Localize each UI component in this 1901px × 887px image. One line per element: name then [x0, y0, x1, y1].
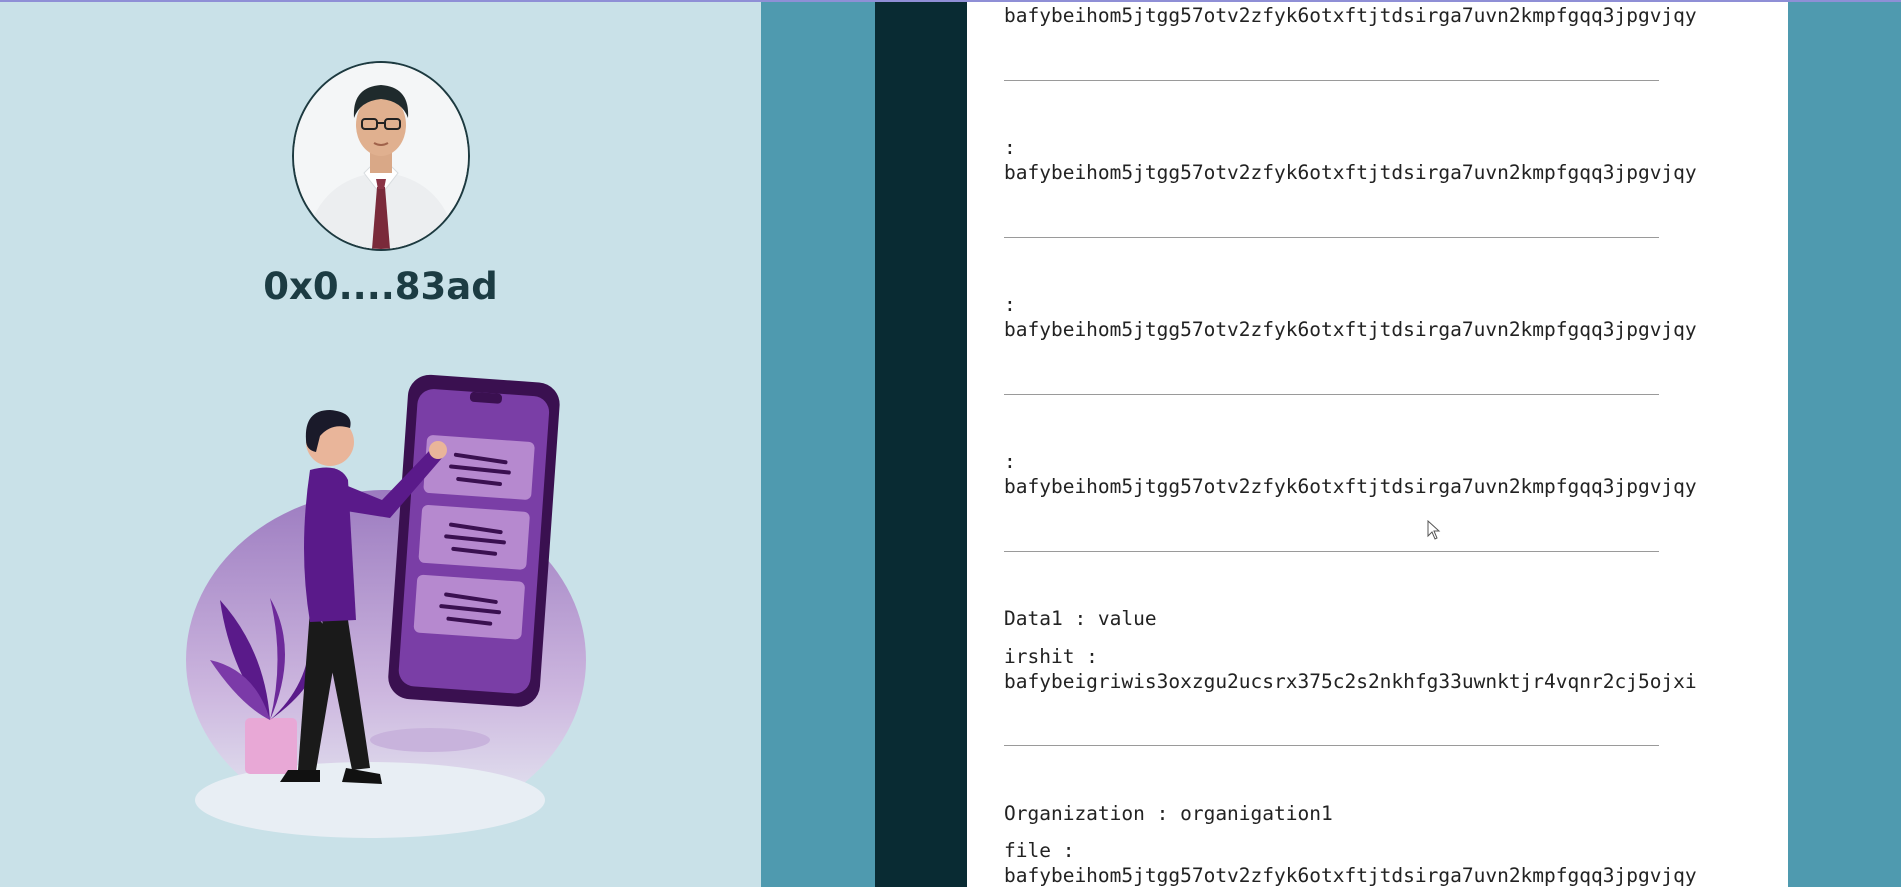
record-divider — [1004, 745, 1659, 746]
top-border — [0, 0, 1901, 2]
record-divider — [1004, 237, 1659, 238]
record-divider — [1004, 551, 1659, 552]
record-label: : — [1004, 136, 1016, 159]
records-list[interactable]: bafybeihom5jtgg57otv2zfyk6otxftjtdsirga7… — [967, 0, 1788, 887]
person-phone-illustration — [186, 374, 586, 838]
dark-strip — [875, 0, 967, 887]
mouse-cursor-icon — [1427, 520, 1441, 540]
record-value: bafybeihom5jtgg57otv2zfyk6otxftjtdsirga7… — [1004, 864, 1697, 887]
profile-panel: 0x0....83ad — [0, 0, 761, 887]
record-divider — [1004, 80, 1659, 81]
record-label: : — [1004, 293, 1016, 316]
record-value: bafybeigriwis3oxzgu2ucsrx375c2s2nkhfg33u… — [1004, 670, 1697, 693]
record-label: irshit : — [1004, 645, 1098, 668]
teal-strip — [761, 0, 875, 887]
avatar — [292, 61, 470, 251]
organization-line: Organization : organigation1 — [1004, 802, 1333, 825]
record-label: file : — [1004, 839, 1075, 862]
record-divider — [1004, 394, 1659, 395]
record-value: bafybeihom5jtgg57otv2zfyk6otxftjtdsirga7… — [1004, 475, 1697, 498]
user-photo — [294, 63, 468, 249]
data-field-line: Data1 : value — [1004, 607, 1157, 630]
right-teal-strip — [1788, 0, 1901, 887]
record-label: : — [1004, 450, 1016, 473]
record-value: bafybeihom5jtgg57otv2zfyk6otxftjtdsirga7… — [1004, 318, 1697, 341]
record-value: bafybeihom5jtgg57otv2zfyk6otxftjtdsirga7… — [1004, 4, 1697, 27]
record-value: bafybeihom5jtgg57otv2zfyk6otxftjtdsirga7… — [1004, 161, 1697, 184]
wallet-address: 0x0....83ad — [263, 265, 498, 308]
